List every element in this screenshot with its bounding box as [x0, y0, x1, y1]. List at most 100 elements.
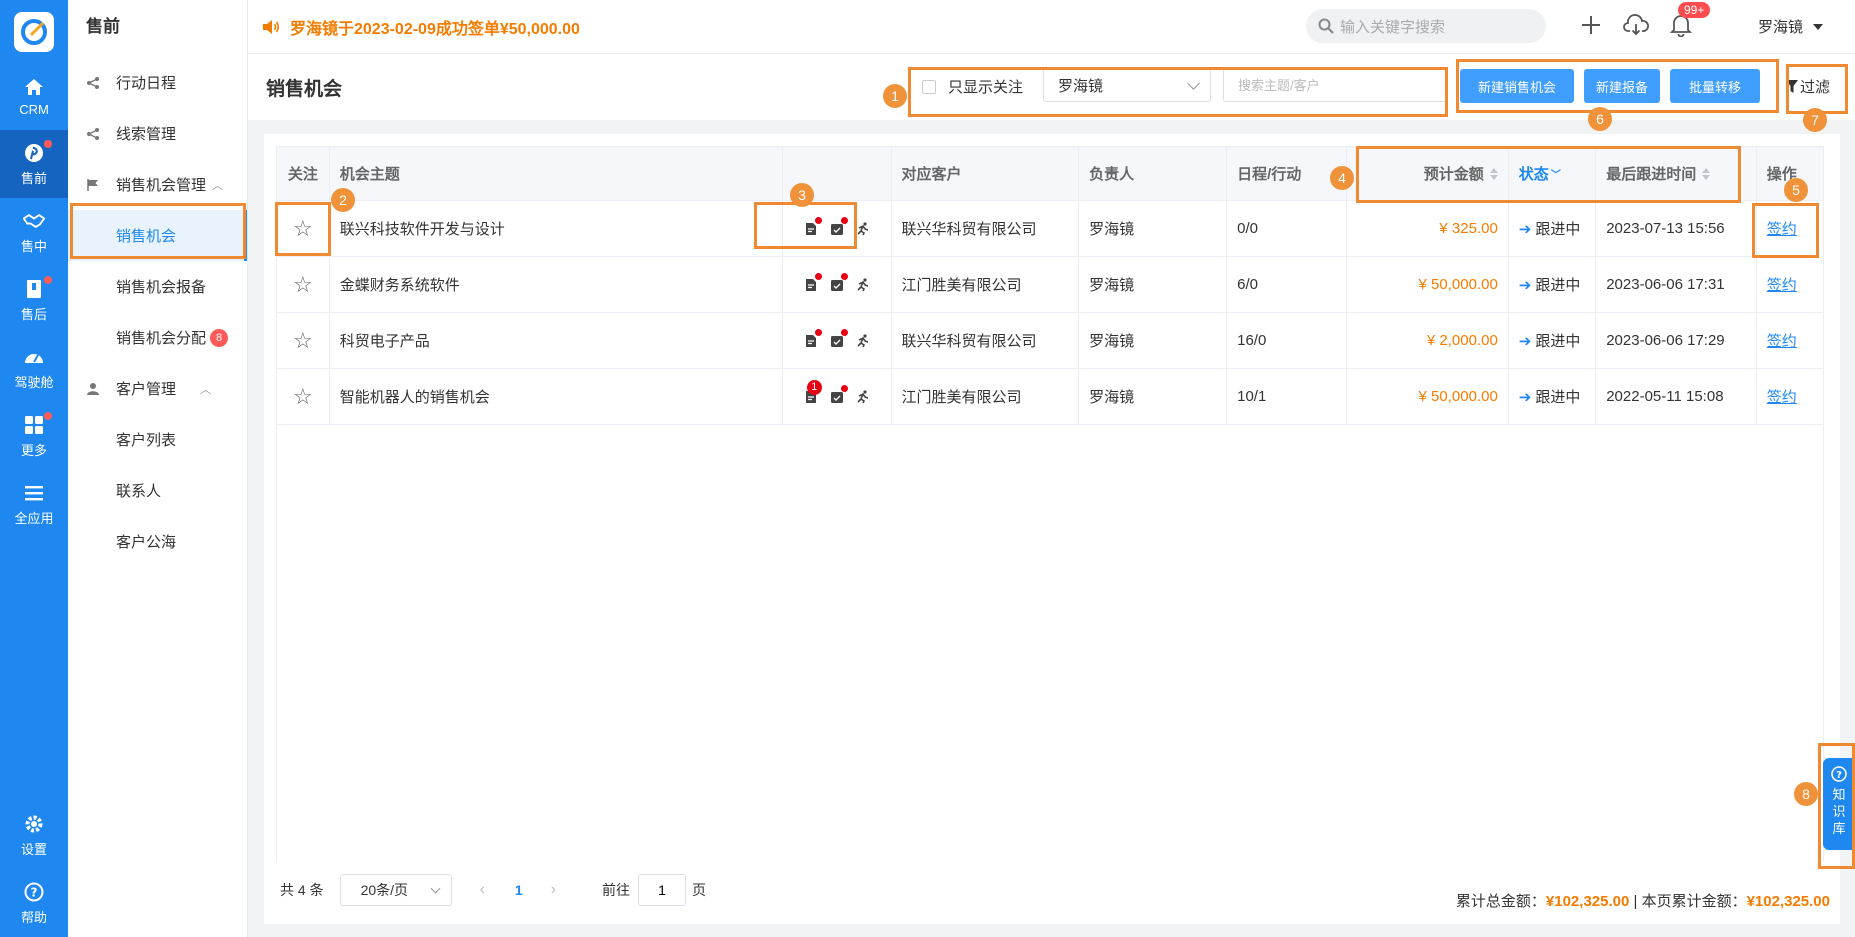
prev-page-icon[interactable]: ‹	[480, 881, 485, 899]
table-row[interactable]: ☆ 智能机器人的销售机会 1 江门胜美有限公司 罗海镜 10/1 ¥ 50,000.00 ➔ 跟…	[277, 369, 1823, 425]
sidebar-item-opportunity-management[interactable]: 销售机会管理 ︿	[68, 159, 247, 210]
calendar-check-icon[interactable]	[828, 272, 848, 294]
rail-label: 驾驶舱	[14, 374, 54, 390]
running-icon[interactable]	[854, 332, 872, 350]
new-opportunity-button[interactable]: 新建销售机会	[1460, 69, 1574, 103]
amount-cell: ¥ 325.00	[1347, 201, 1509, 256]
sign-link[interactable]: 签约	[1767, 386, 1797, 407]
schedule-cell: 6/0	[1227, 257, 1348, 312]
customer-cell: 江门胜美有限公司	[892, 369, 1080, 424]
subject-cell[interactable]: 科贸电子产品	[330, 313, 783, 368]
column-header-last-follow[interactable]: 最后跟进时间	[1596, 147, 1757, 200]
sign-link[interactable]: 签约	[1767, 330, 1797, 351]
checkbox-label: 只显示关注	[948, 79, 1024, 96]
page-number[interactable]: 1	[515, 882, 523, 898]
calendar-check-icon[interactable]	[828, 216, 848, 238]
funnel-icon	[1786, 79, 1798, 94]
sidebar-item-customer-list[interactable]: 客户列表	[68, 414, 247, 465]
global-search-input[interactable]: 输入关键字搜索	[1306, 9, 1546, 43]
pagination: 共 4 条 20条/页 ‹ 1 › 前往 页	[280, 874, 706, 906]
sidebar-item-opportunities[interactable]: 销售机会	[68, 210, 247, 261]
knowledge-base-tab[interactable]: ? 知 识 库	[1823, 758, 1855, 850]
rail-item-more[interactable]: 更多	[0, 402, 68, 470]
filter-button[interactable]: 过滤	[1786, 76, 1830, 97]
running-icon[interactable]	[854, 276, 872, 294]
star-icon[interactable]: ☆	[293, 216, 313, 242]
share-icon	[86, 127, 100, 141]
sidebar-title: 售前	[86, 17, 120, 36]
star-icon[interactable]: ☆	[293, 384, 313, 410]
rail-item-insale[interactable]: 售中	[0, 198, 68, 266]
sidebar-item-contacts[interactable]: 联系人	[68, 465, 247, 516]
document-icon[interactable]: 1	[802, 379, 822, 406]
sidebar-item-opportunity-assign[interactable]: 销售机会分配 8	[68, 312, 247, 363]
document-icon[interactable]	[802, 328, 822, 350]
column-header-customer: 对应客户	[892, 147, 1080, 200]
search-icon	[1318, 18, 1334, 34]
sort-icon	[1489, 167, 1498, 181]
column-header-subject: 机会主题	[330, 147, 783, 200]
callout-marker: 4	[1330, 166, 1354, 190]
batch-transfer-button[interactable]: 批量转移	[1670, 69, 1760, 103]
add-icon[interactable]	[1578, 12, 1604, 38]
owner-select[interactable]: 罗海镜	[1043, 68, 1211, 102]
column-header-status[interactable]: 状态 ﹀	[1509, 147, 1597, 200]
calendar-check-icon[interactable]	[828, 328, 848, 350]
rail-item-aftersale[interactable]: 售后	[0, 266, 68, 334]
quick-actions-cell: 1	[783, 369, 892, 424]
subject-cell[interactable]: 金蝶财务系统软件	[330, 257, 783, 312]
only-followed-checkbox[interactable]: 只显示关注	[922, 76, 1023, 97]
table-row[interactable]: ☆ 科贸电子产品 联兴华科贸有限公司 罗海镜 16/0 ¥ 2,000.00 ➔ 跟进中 202…	[277, 313, 1823, 369]
sidebar-item-label: 客户列表	[116, 432, 177, 449]
app-rail: CRM 售前 售中 售后 驾驶舱 更多 全应用 设置 ? 帮助	[0, 0, 68, 937]
kb-char: 识	[1832, 804, 1846, 819]
sidebar-item-schedule[interactable]: 行动日程	[68, 57, 247, 108]
document-icon[interactable]	[802, 216, 822, 238]
next-page-icon[interactable]: ›	[551, 881, 556, 899]
user-name: 罗海镜	[1758, 19, 1804, 36]
sidebar-item-customer-pool[interactable]: 客户公海	[68, 516, 247, 567]
keyword-search-input[interactable]	[1223, 68, 1448, 102]
running-icon[interactable]	[854, 388, 872, 406]
sidebar-item-label: 行动日程	[116, 75, 177, 92]
goto-page-input[interactable]	[638, 874, 687, 906]
operation-cell: 签约	[1757, 201, 1823, 256]
rail-label: 售前	[20, 170, 47, 186]
subject-cell[interactable]: 联兴科技软件开发与设计	[330, 201, 783, 256]
rail-item-all-apps[interactable]: 全应用	[0, 470, 68, 538]
calendar-check-icon[interactable]	[828, 384, 848, 406]
sidebar-item-opportunity-reports[interactable]: 销售机会报备	[68, 261, 247, 312]
sidebar-item-label: 销售机会	[116, 228, 177, 245]
notification-dot	[44, 412, 52, 420]
subject-cell[interactable]: 智能机器人的销售机会	[330, 369, 783, 424]
customer-cell: 联兴华科贸有限公司	[892, 201, 1080, 256]
filter-label: 过滤	[1800, 79, 1831, 96]
sidebar-item-leads[interactable]: 线索管理	[68, 108, 247, 159]
star-icon[interactable]: ☆	[293, 328, 313, 354]
new-report-button[interactable]: 新建报备	[1584, 69, 1660, 103]
user-menu[interactable]: 罗海镜	[1758, 16, 1824, 37]
column-header-amount[interactable]: 预计金额	[1347, 147, 1509, 200]
bell-icon[interactable]: 99+	[1668, 2, 1711, 38]
running-icon[interactable]	[854, 220, 872, 238]
unread-dot	[814, 328, 822, 336]
table-row[interactable]: ☆ 金蝶财务系统软件 江门胜美有限公司 罗海镜 6/0 ¥ 50,000.00 ➔ 跟进中 20…	[277, 257, 1823, 313]
callout-marker: 5	[1784, 178, 1808, 202]
rail-label: 全应用	[14, 510, 54, 526]
document-icon[interactable]	[802, 272, 822, 294]
quick-actions-cell	[783, 313, 892, 368]
rail-item-presale[interactable]: 售前	[0, 130, 68, 198]
sidebar-item-customer-management[interactable]: 客户管理 ︿	[68, 363, 247, 414]
sign-link[interactable]: 签约	[1767, 274, 1797, 295]
table-row[interactable]: ☆ 联兴科技软件开发与设计 联兴华科贸有限公司 罗海镜 0/0 ¥ 325.00 ➔ 跟进中 2…	[277, 201, 1823, 257]
cloud-download-icon[interactable]	[1623, 12, 1649, 38]
rail-label: 更多	[20, 442, 47, 458]
star-icon[interactable]: ☆	[293, 272, 313, 298]
sign-link[interactable]: 签约	[1767, 218, 1797, 239]
rail-item-crm[interactable]: CRM	[0, 62, 68, 130]
rail-item-help[interactable]: ? 帮助	[0, 869, 68, 937]
page-size-select[interactable]: 20条/页	[339, 874, 452, 906]
app-logo[interactable]	[14, 12, 54, 52]
rail-item-settings[interactable]: 设置	[0, 801, 68, 869]
rail-item-cockpit[interactable]: 驾驶舱	[0, 334, 68, 402]
